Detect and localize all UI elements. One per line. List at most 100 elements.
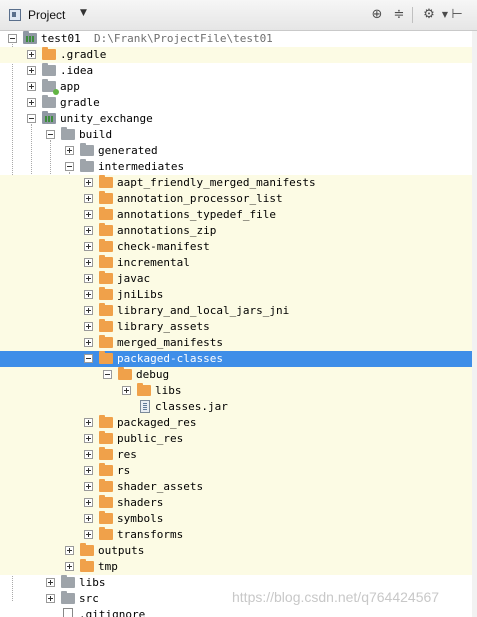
expand-toggle[interactable]	[84, 226, 93, 235]
expand-toggle[interactable]	[84, 322, 93, 331]
expand-toggle[interactable]	[46, 594, 55, 603]
panel-title[interactable]: Project	[28, 8, 65, 22]
expand-toggle[interactable]	[84, 242, 93, 251]
tree-item-label: jniLibs	[117, 288, 164, 301]
tree-item-label: generated	[98, 144, 158, 157]
expand-toggle[interactable]	[27, 50, 36, 59]
expand-toggle[interactable]	[84, 482, 93, 491]
tree-row-annotation-processor-list[interactable]: annotation_processor_list	[0, 191, 477, 207]
expand-toggle[interactable]	[122, 386, 131, 395]
tree-item-label: check-manifest	[117, 240, 210, 253]
tree-row-debug[interactable]: debug	[0, 367, 477, 383]
expand-toggle[interactable]	[65, 546, 74, 555]
tree-row-packaged-res[interactable]: packaged_res	[0, 415, 477, 431]
tree-row-library-and-local-jars-jni[interactable]: library_and_local_jars_jni	[0, 303, 477, 319]
tree-row-annotations-zip[interactable]: annotations_zip	[0, 223, 477, 239]
tree-row-test01[interactable]: test01 D:\Frank\ProjectFile\test01	[0, 31, 477, 47]
tree-row-build[interactable]: build	[0, 127, 477, 143]
tree-row-incremental[interactable]: incremental	[0, 255, 477, 271]
collapse-all-icon[interactable]: ≑	[391, 7, 407, 23]
tree-item-label: javac	[117, 272, 151, 285]
tree-row-gradle-hidden[interactable]: .gradle	[0, 47, 477, 63]
tree-row-merged-manifests[interactable]: merged_manifests	[0, 335, 477, 351]
folder-icon	[61, 127, 75, 140]
tree-row-symbols[interactable]: symbols	[0, 511, 477, 527]
tree-row-outputs[interactable]: outputs	[0, 543, 477, 559]
project-toolbar: Project ▼ ⊕ ≑ ⚙ ▼ ⊢	[0, 0, 477, 31]
tree-row-app[interactable]: app	[0, 79, 477, 95]
expand-toggle[interactable]	[84, 290, 93, 299]
folder-icon	[99, 511, 113, 524]
tree-row-rs[interactable]: rs	[0, 463, 477, 479]
expand-toggle[interactable]	[84, 178, 93, 187]
collapse-toggle[interactable]	[46, 130, 55, 139]
expand-toggle[interactable]	[65, 146, 74, 155]
tree-item-label: libs	[79, 576, 106, 589]
folder-icon	[80, 559, 94, 572]
collapse-toggle[interactable]	[27, 114, 36, 123]
expand-toggle[interactable]	[84, 450, 93, 459]
expand-toggle[interactable]	[84, 434, 93, 443]
expand-toggle[interactable]	[84, 514, 93, 523]
tree-item-label: intermediates	[98, 160, 185, 173]
expand-toggle[interactable]	[27, 82, 36, 91]
tree-item-label: public_res	[117, 432, 184, 445]
tree-row-generated[interactable]: generated	[0, 143, 477, 159]
collapse-toggle[interactable]	[84, 354, 93, 363]
tree-row-public-res[interactable]: public_res	[0, 431, 477, 447]
tree-row-jnilibs[interactable]: jniLibs	[0, 287, 477, 303]
collapse-toggle[interactable]	[65, 162, 74, 171]
hide-panel-icon[interactable]: ⊢	[449, 7, 465, 23]
expand-toggle[interactable]	[27, 66, 36, 75]
expand-toggle[interactable]	[27, 98, 36, 107]
folder-icon	[99, 271, 113, 284]
expand-toggle[interactable]	[84, 418, 93, 427]
expand-toggle[interactable]	[84, 466, 93, 475]
tree-row-gitignore[interactable]: .gitignore	[0, 607, 477, 617]
folder-icon	[99, 431, 113, 444]
tree-row-library-assets[interactable]: library_assets	[0, 319, 477, 335]
folder-icon	[61, 575, 75, 588]
tree-row-annotations-typedef-file[interactable]: annotations_typedef_file	[0, 207, 477, 223]
tree-row-tmp[interactable]: tmp	[0, 559, 477, 575]
tree-row-shaders[interactable]: shaders	[0, 495, 477, 511]
tree-row-debug-libs[interactable]: libs	[0, 383, 477, 399]
expand-toggle[interactable]	[84, 306, 93, 315]
expand-toggle[interactable]	[46, 578, 55, 587]
tree-row-classes-jar[interactable]: classes.jar	[0, 399, 477, 415]
tree-row-aapt-friendly-merged-manifests[interactable]: aapt_friendly_merged_manifests	[0, 175, 477, 191]
expand-toggle[interactable]	[84, 210, 93, 219]
expand-toggle[interactable]	[84, 498, 93, 507]
file-icon	[63, 608, 73, 617]
collapse-toggle[interactable]	[8, 34, 17, 43]
tree-item-label: gradle	[60, 96, 100, 109]
tree-item-label: src	[79, 592, 99, 605]
tree-row-packaged-classes[interactable]: packaged-classes	[0, 351, 477, 367]
expand-toggle[interactable]	[84, 258, 93, 267]
tree-item-label: .gradle	[60, 48, 107, 61]
tree-row-idea[interactable]: .idea	[0, 63, 477, 79]
tree-row-gradle[interactable]: gradle	[0, 95, 477, 111]
expand-toggle[interactable]	[65, 562, 74, 571]
gear-icon[interactable]: ⚙	[421, 7, 437, 23]
folder-icon	[99, 463, 113, 476]
expand-toggle[interactable]	[84, 530, 93, 539]
expand-toggle[interactable]	[84, 338, 93, 347]
tree-row-check-manifest[interactable]: check-manifest	[0, 239, 477, 255]
collapse-toggle[interactable]	[103, 370, 112, 379]
vertical-scrollbar[interactable]	[472, 31, 477, 617]
project-panel: Project ▼ ⊕ ≑ ⚙ ▼ ⊢ test01 D:\Frank\Proj…	[0, 0, 477, 617]
tree-item-label: libs	[155, 384, 182, 397]
project-view-icon	[9, 9, 21, 21]
expand-toggle[interactable]	[84, 274, 93, 283]
expand-toggle[interactable]	[84, 194, 93, 203]
tree-row-javac[interactable]: javac	[0, 271, 477, 287]
tree-row-shader-assets[interactable]: shader_assets	[0, 479, 477, 495]
tree-row-intermediates[interactable]: intermediates	[0, 159, 477, 175]
target-icon[interactable]: ⊕	[369, 7, 385, 23]
tree-row-unity-exchange[interactable]: unity_exchange	[0, 111, 477, 127]
project-path: D:\Frank\ProjectFile\test01	[94, 32, 273, 45]
tree-row-transforms[interactable]: transforms	[0, 527, 477, 543]
chevron-down-icon[interactable]: ▼	[80, 8, 87, 18]
tree-row-res[interactable]: res	[0, 447, 477, 463]
